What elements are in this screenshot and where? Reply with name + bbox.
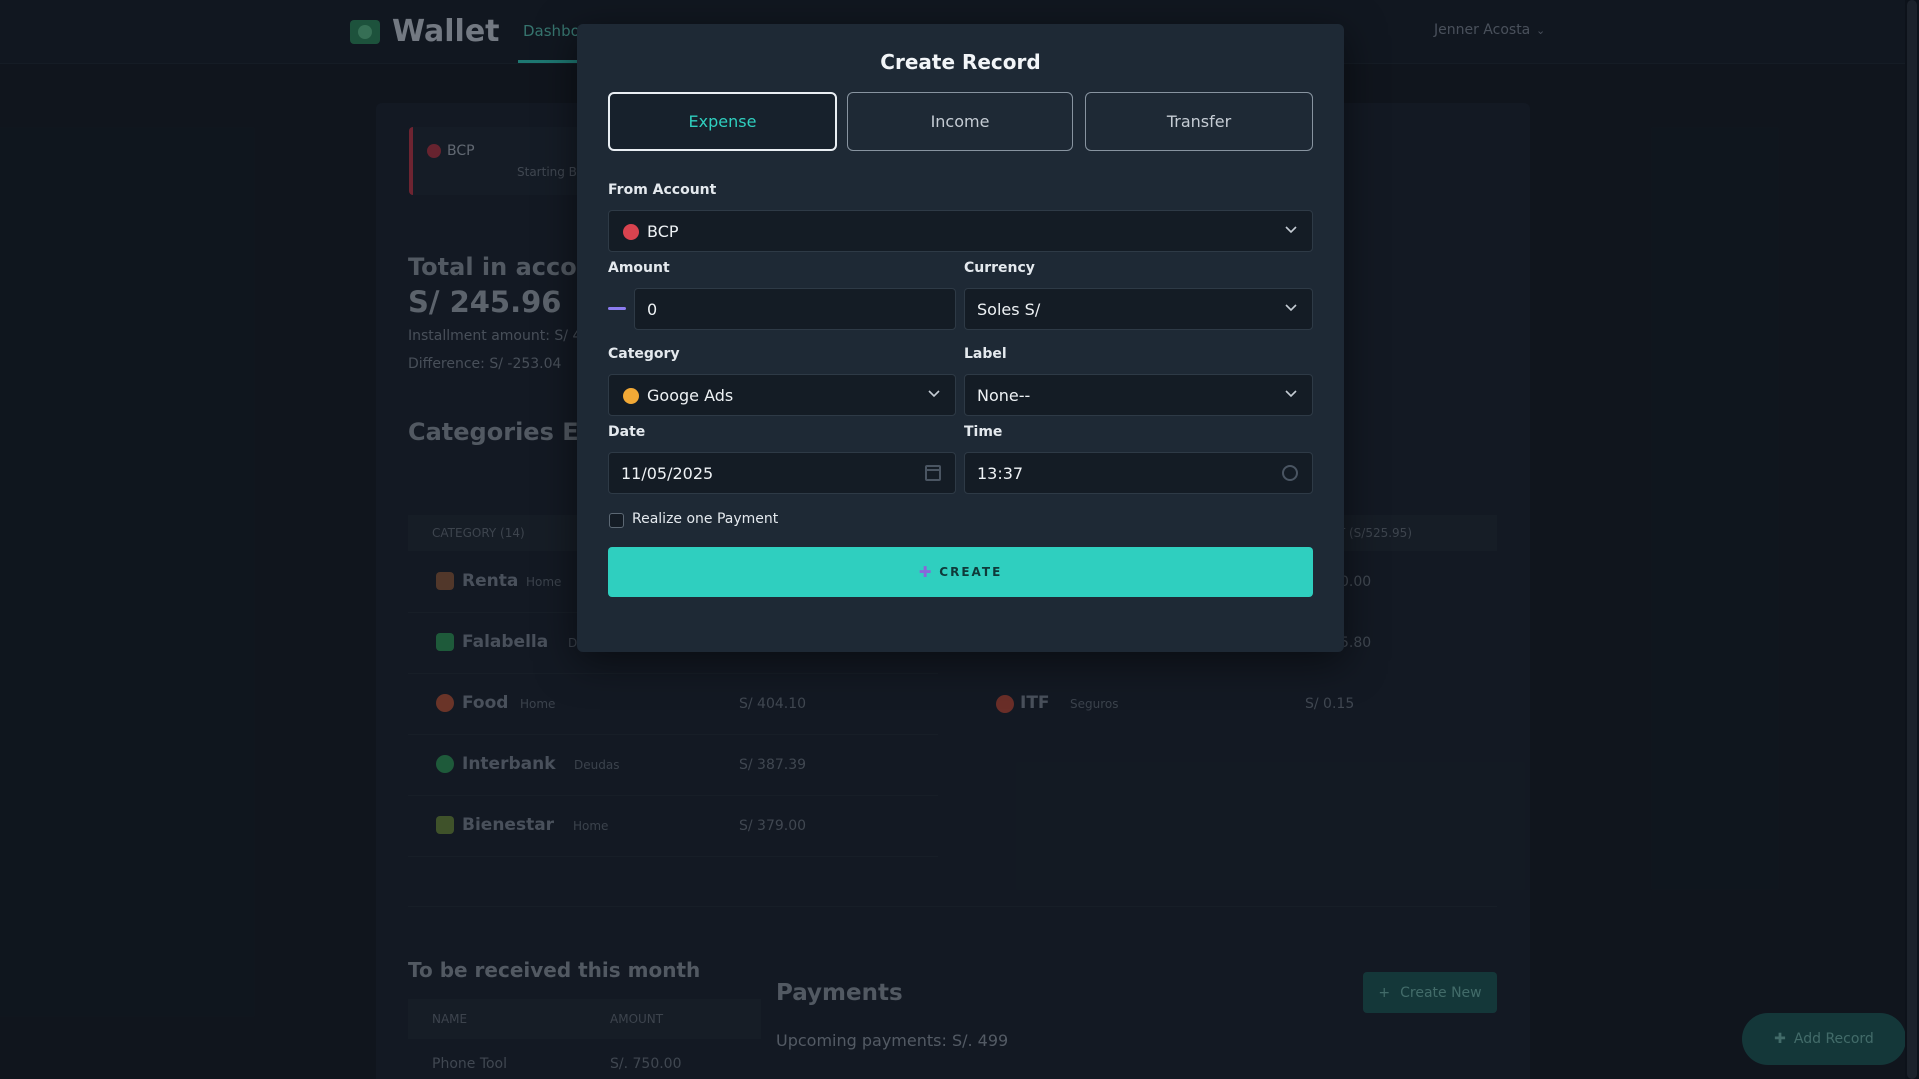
create-button[interactable]: ✚ CREATE	[608, 547, 1313, 597]
chevron-down-icon	[1284, 222, 1298, 236]
account-color-dot	[623, 224, 639, 240]
realize-payment-checkbox[interactable]	[609, 513, 624, 528]
tab-income[interactable]: Income	[847, 92, 1073, 151]
create-button-label: CREATE	[939, 565, 1003, 579]
chevron-down-icon	[1284, 300, 1298, 314]
amount-label: Amount	[608, 260, 670, 276]
create-record-modal: Create Record Expense Income Transfer Fr…	[577, 24, 1344, 652]
label-label: Label	[964, 346, 1007, 362]
clock-icon[interactable]	[1282, 465, 1298, 481]
chevron-down-icon	[1284, 386, 1298, 400]
currency-select[interactable]: Soles S/	[964, 288, 1313, 330]
chevron-down-icon	[927, 386, 941, 400]
time-input[interactable]: 13:37	[964, 452, 1313, 494]
time-value: 13:37	[977, 464, 1024, 483]
from-account-label: From Account	[608, 182, 717, 198]
modal-title: Create Record	[880, 50, 1041, 74]
date-value: 11/05/2025	[621, 464, 714, 483]
minus-icon[interactable]	[608, 307, 626, 310]
currency-value: Soles S/	[977, 300, 1041, 319]
calendar-icon[interactable]	[925, 465, 941, 481]
plus-icon: ✚	[918, 563, 932, 581]
realize-payment-label[interactable]: Realize one Payment	[632, 511, 778, 527]
time-label: Time	[964, 424, 1003, 440]
label-select[interactable]: None--	[964, 374, 1313, 416]
category-label: Category	[608, 346, 680, 362]
date-label: Date	[608, 424, 646, 440]
amount-input[interactable]: 0	[634, 288, 956, 330]
amount-value: 0	[647, 300, 658, 319]
date-input[interactable]: 11/05/2025	[608, 452, 956, 494]
label-value: None--	[977, 386, 1031, 405]
category-value: Googe Ads	[647, 386, 734, 405]
from-account-value: BCP	[647, 222, 679, 241]
tab-expense[interactable]: Expense	[608, 92, 837, 151]
currency-label: Currency	[964, 260, 1035, 276]
category-select[interactable]: Googe Ads	[608, 374, 956, 416]
category-color-dot	[623, 388, 639, 404]
from-account-select[interactable]: BCP	[608, 210, 1313, 252]
tab-transfer[interactable]: Transfer	[1085, 92, 1313, 151]
